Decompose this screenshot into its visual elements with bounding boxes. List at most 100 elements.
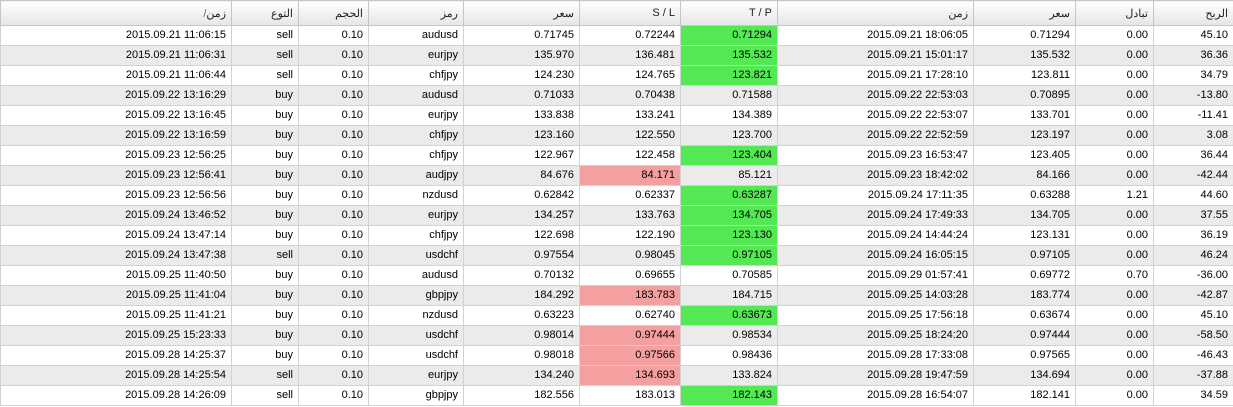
close-time-cell: 2015.09.28 17:33:08	[777, 345, 974, 366]
close-price-cell: 134.705	[973, 205, 1076, 226]
open-price-cell: 133.838	[463, 105, 580, 126]
swap-cell: 0.00	[1075, 45, 1154, 66]
type-cell: buy	[231, 185, 299, 206]
close-price-cell: 0.97105	[973, 245, 1076, 266]
type-cell: buy	[231, 105, 299, 126]
take-profit-cell: 0.71294	[680, 25, 778, 46]
take-profit-cell: 123.700	[680, 125, 778, 146]
table-row[interactable]: 2015.09.25 15:23:33 buy 0.10 usdchf 0.98014 0…	[0, 325, 1233, 346]
open-price-cell: 0.63223	[463, 305, 580, 326]
symbol-cell: audusd	[368, 265, 464, 286]
take-profit-cell: 135.532	[680, 45, 778, 66]
column-header-open-price[interactable]: سعر	[463, 0, 580, 26]
take-profit-cell: 0.63673	[680, 305, 778, 326]
open-time-cell: 2015.09.22 13:16:45	[0, 105, 232, 126]
table-row[interactable]: 2015.09.22 13:16:45 buy 0.10 eurjpy 133.838 1…	[0, 105, 1233, 126]
close-price-cell: 134.694	[973, 365, 1076, 386]
close-time-cell: 2015.09.29 01:57:41	[777, 265, 974, 286]
close-price-cell: 0.69772	[973, 265, 1076, 286]
symbol-cell: nzdusd	[368, 185, 464, 206]
swap-cell: 0.00	[1075, 385, 1154, 406]
column-header-close-time[interactable]: زمن	[777, 0, 974, 26]
volume-cell: 0.10	[298, 365, 369, 386]
type-cell: buy	[231, 145, 299, 166]
symbol-cell: gbpjpy	[368, 285, 464, 306]
swap-cell: 0.00	[1075, 145, 1154, 166]
volume-cell: 0.10	[298, 145, 369, 166]
close-time-cell: 2015.09.24 16:05:15	[777, 245, 974, 266]
table-row[interactable]: 2015.09.21 11:06:31 sell 0.10 eurjpy 135.970…	[0, 45, 1233, 66]
type-cell: buy	[231, 325, 299, 346]
column-header-swap[interactable]: تبادل	[1075, 0, 1154, 26]
table-row[interactable]: 2015.09.21 11:06:15 sell 0.10 audusd 0.71745…	[0, 25, 1233, 46]
table-row[interactable]: 2015.09.24 13:47:14 buy 0.10 chfjpy 122.698 1…	[0, 225, 1233, 246]
swap-cell: 0.00	[1075, 165, 1154, 186]
take-profit-cell: 123.404	[680, 145, 778, 166]
open-price-cell: 122.698	[463, 225, 580, 246]
take-profit-cell: 134.389	[680, 105, 778, 126]
open-time-cell: 2015.09.23 12:56:41	[0, 165, 232, 186]
open-time-cell: 2015.09.22 13:16:59	[0, 125, 232, 146]
close-price-cell: 0.70895	[973, 85, 1076, 106]
column-header-close-price[interactable]: سعر	[973, 0, 1076, 26]
table-row[interactable]: 2015.09.22 13:16:29 buy 0.10 audusd 0.71033 0…	[0, 85, 1233, 106]
table-row[interactable]: 2015.09.25 11:41:21 buy 0.10 nzdusd 0.63223 0…	[0, 305, 1233, 326]
stop-loss-cell: 133.763	[579, 205, 681, 226]
profit-cell: -58.50	[1153, 325, 1233, 346]
close-time-cell: 2015.09.25 17:56:18	[777, 305, 974, 326]
type-cell: sell	[231, 245, 299, 266]
table-body: 2015.09.21 11:06:15 sell 0.10 audusd 0.71745…	[0, 25, 1233, 406]
take-profit-cell: 0.97105	[680, 245, 778, 266]
table-row[interactable]: 2015.09.23 12:56:56 buy 0.10 nzdusd 0.62842 0…	[0, 185, 1233, 206]
take-profit-cell: 133.824	[680, 365, 778, 386]
open-time-cell: 2015.09.22 13:16:29	[0, 85, 232, 106]
open-price-cell: 0.71745	[463, 25, 580, 46]
take-profit-cell: 123.821	[680, 65, 778, 86]
profit-cell: -46.43	[1153, 345, 1233, 366]
table-row[interactable]: 2015.09.23 12:56:41 buy 0.10 audjpy 84.676 84…	[0, 165, 1233, 186]
volume-cell: 0.10	[298, 305, 369, 326]
table-row[interactable]: 2015.09.25 11:40:50 buy 0.10 audusd 0.70132 0…	[0, 265, 1233, 286]
table-row[interactable]: 2015.09.25 11:41:04 buy 0.10 gbpjpy 184.292 1…	[0, 285, 1233, 306]
swap-cell: 0.00	[1075, 25, 1154, 46]
close-time-cell: 2015.09.22 22:53:07	[777, 105, 974, 126]
stop-loss-cell: 0.98045	[579, 245, 681, 266]
type-cell: sell	[231, 45, 299, 66]
table-row[interactable]: 2015.09.22 13:16:59 buy 0.10 chfjpy 123.160 1…	[0, 125, 1233, 146]
stop-loss-cell: 122.190	[579, 225, 681, 246]
column-header-symbol[interactable]: رمز	[368, 0, 464, 26]
table-row[interactable]: 2015.09.28 14:25:37 buy 0.10 usdchf 0.98018 0…	[0, 345, 1233, 366]
type-cell: buy	[231, 285, 299, 306]
open-time-cell: 2015.09.21 11:06:31	[0, 45, 232, 66]
close-time-cell: 2015.09.28 16:54:07	[777, 385, 974, 406]
column-header-volume[interactable]: الحجم	[298, 0, 369, 26]
swap-cell: 0.00	[1075, 85, 1154, 106]
column-header-take-profit[interactable]: T / P	[680, 0, 778, 26]
volume-cell: 0.10	[298, 285, 369, 306]
close-price-cell: 84.166	[973, 165, 1076, 186]
open-price-cell: 124.230	[463, 65, 580, 86]
table-row[interactable]: 2015.09.28 14:25:54 sell 0.10 eurjpy 134.240…	[0, 365, 1233, 386]
table-row[interactable]: 2015.09.24 13:46:52 buy 0.10 eurjpy 134.257 1…	[0, 205, 1233, 226]
swap-cell: 1.21	[1075, 185, 1154, 206]
column-header-stop-loss[interactable]: S / L	[579, 0, 681, 26]
table-row[interactable]: 2015.09.24 13:47:38 sell 0.10 usdchf 0.97554…	[0, 245, 1233, 266]
close-price-cell: 0.63674	[973, 305, 1076, 326]
table-row[interactable]: 2015.09.21 11:06:44 sell 0.10 chfjpy 124.230…	[0, 65, 1233, 86]
stop-loss-cell: 0.70438	[579, 85, 681, 106]
swap-cell: 0.00	[1075, 285, 1154, 306]
volume-cell: 0.10	[298, 105, 369, 126]
symbol-cell: gbpjpy	[368, 385, 464, 406]
column-header-profit[interactable]: الربح	[1153, 0, 1233, 26]
table-row[interactable]: 2015.09.28 14:26:09 sell 0.10 gbpjpy 182.556…	[0, 385, 1233, 406]
column-header-open-time[interactable]: /زمن	[0, 0, 232, 26]
swap-cell: 0.00	[1075, 345, 1154, 366]
table-row[interactable]: 2015.09.23 12:56:25 buy 0.10 chfjpy 122.967 1…	[0, 145, 1233, 166]
swap-cell: 0.00	[1075, 65, 1154, 86]
close-price-cell: 0.71294	[973, 25, 1076, 46]
profit-cell: -36.00	[1153, 265, 1233, 286]
take-profit-cell: 85.121	[680, 165, 778, 186]
stop-loss-cell: 84.171	[579, 165, 681, 186]
column-header-type[interactable]: التوع	[231, 0, 299, 26]
volume-cell: 0.10	[298, 265, 369, 286]
